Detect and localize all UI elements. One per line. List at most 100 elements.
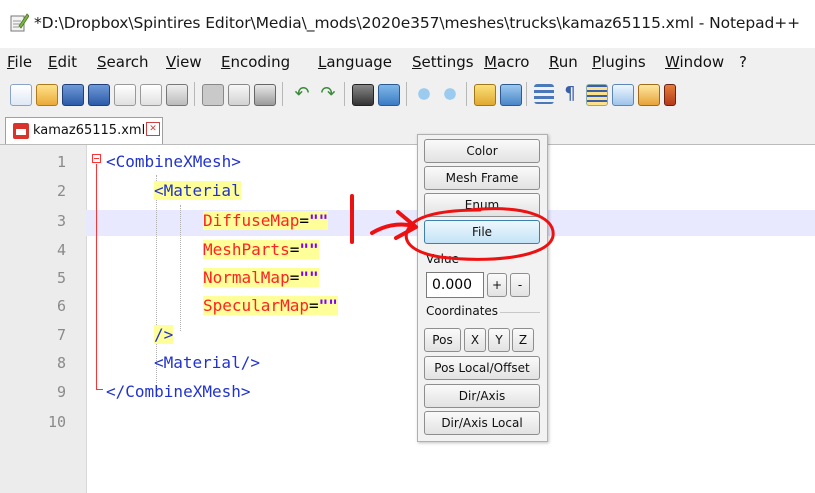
code-line-3: DiffuseMap="" xyxy=(203,211,329,230)
tab-close-icon[interactable]: ✕ xyxy=(146,122,160,136)
menu-search[interactable]: Search xyxy=(97,53,149,71)
toolbar-separator xyxy=(194,82,195,106)
empty-string: "" xyxy=(299,268,319,287)
divider xyxy=(500,312,540,313)
attr-meshparts: MeshParts xyxy=(203,240,290,259)
tab-kamaz65115[interactable]: kamaz65115.xml ✕ xyxy=(5,117,163,144)
menu-language[interactable]: Language xyxy=(318,53,392,71)
empty-string: "" xyxy=(308,211,329,230)
line-number: 3 xyxy=(56,212,66,230)
x-button[interactable]: X xyxy=(464,328,486,352)
indent-guide xyxy=(156,175,157,383)
menu-settings[interactable]: Settings xyxy=(412,53,474,71)
tab-label: kamaz65115.xml xyxy=(33,123,146,138)
menu-run[interactable]: Run xyxy=(549,53,578,71)
menu-macro[interactable]: Macro xyxy=(484,53,529,71)
replace-icon[interactable] xyxy=(378,84,400,106)
menu-plugins[interactable]: Plugins xyxy=(592,53,646,71)
sync-vertical-icon[interactable] xyxy=(474,84,496,106)
pos-button[interactable]: Pos xyxy=(424,328,461,352)
toolbar-separator xyxy=(466,82,467,106)
line-number: 4 xyxy=(56,241,66,259)
toolbar-separator xyxy=(344,82,345,106)
copy-icon[interactable] xyxy=(228,84,250,106)
notepadpp-icon[interactable] xyxy=(9,12,29,32)
attr-normalmap: NormalMap xyxy=(203,268,290,287)
fold-line xyxy=(96,164,97,390)
decrement-button[interactable]: - xyxy=(510,273,530,297)
value-field[interactable]: 0.000 xyxy=(426,272,484,298)
cut-icon[interactable] xyxy=(202,84,224,106)
dir-axis-local-button[interactable]: Dir/Axis Local xyxy=(424,411,540,435)
redo-icon[interactable]: ↷ xyxy=(318,84,338,104)
line-number: 1 xyxy=(56,153,66,171)
empty-string: "" xyxy=(299,240,319,259)
close-all-icon[interactable] xyxy=(140,84,162,106)
find-icon[interactable] xyxy=(352,84,374,106)
toolbar-separator xyxy=(282,82,283,106)
code-line-7: /> xyxy=(154,325,174,344)
indent-guide-icon[interactable] xyxy=(586,84,608,106)
attr-diffusemap: DiffuseMap xyxy=(203,211,300,230)
menu-window[interactable]: Window xyxy=(665,53,724,71)
dir-axis-button[interactable]: Dir/Axis xyxy=(424,384,540,408)
new-file-icon[interactable] xyxy=(10,84,32,106)
line-number: 7 xyxy=(56,326,66,344)
menu-file[interactable]: File xyxy=(7,53,32,71)
print-icon[interactable] xyxy=(166,84,188,106)
line-number: 6 xyxy=(56,297,66,315)
save-icon[interactable] xyxy=(62,84,84,106)
fold-line-end xyxy=(96,389,103,390)
code-line-1: <CombineXMesh> xyxy=(106,152,241,171)
line-number: 2 xyxy=(56,182,66,200)
pos-local-offset-button[interactable]: Pos Local/Offset xyxy=(424,356,540,380)
enum-button[interactable]: Enum xyxy=(424,193,540,217)
toolbar-separator xyxy=(406,82,407,106)
mesh-frame-button[interactable]: Mesh Frame xyxy=(424,166,540,190)
y-button[interactable]: Y xyxy=(488,328,510,352)
code-line-2: <Material xyxy=(154,181,241,200)
function-list-icon[interactable] xyxy=(664,84,676,106)
indent-guide xyxy=(180,205,181,331)
paste-icon[interactable] xyxy=(254,84,276,106)
line-number: 10 xyxy=(47,413,66,431)
unsaved-file-icon xyxy=(13,123,29,139)
zoom-out-icon[interactable] xyxy=(440,84,460,104)
show-all-chars-icon[interactable]: ¶ xyxy=(560,84,580,104)
z-button[interactable]: Z xyxy=(512,328,534,352)
undo-icon[interactable]: ↶ xyxy=(292,84,312,104)
doc-map-icon[interactable] xyxy=(638,84,660,106)
word-wrap-icon[interactable] xyxy=(534,84,554,104)
window-title: *D:\Dropbox\Spintires Editor\Media\_mods… xyxy=(34,14,801,32)
editor-area[interactable] xyxy=(0,145,815,493)
line-number: 9 xyxy=(56,383,66,401)
fold-minus-bar xyxy=(94,158,99,159)
color-button[interactable]: Color xyxy=(424,139,540,163)
sync-horizontal-icon[interactable] xyxy=(500,84,522,106)
line-number: 8 xyxy=(56,354,66,372)
equals: = xyxy=(289,268,300,287)
equals: = xyxy=(289,240,300,259)
code-line-6: SpecularMap="" xyxy=(203,296,338,315)
menu-edit[interactable]: Edit xyxy=(48,53,77,71)
equals: = xyxy=(308,296,319,315)
code-line-8: <Material/> xyxy=(154,353,260,372)
user-language-icon[interactable] xyxy=(612,84,634,106)
code-line-5: NormalMap="" xyxy=(203,268,319,287)
menu-encoding[interactable]: Encoding xyxy=(221,53,290,71)
equals: = xyxy=(299,211,309,230)
save-all-icon[interactable] xyxy=(88,84,110,106)
code-line-4: MeshParts="" xyxy=(203,240,319,259)
coordinates-label: Coordinates xyxy=(426,304,499,318)
code-line-9: </CombineXMesh> xyxy=(106,382,251,401)
attr-specularmap: SpecularMap xyxy=(203,296,309,315)
file-button[interactable]: File xyxy=(424,220,540,244)
line-number: 5 xyxy=(56,269,66,287)
menu-view[interactable]: View xyxy=(166,53,202,71)
zoom-in-icon[interactable] xyxy=(414,84,434,104)
open-file-icon[interactable] xyxy=(36,84,58,106)
value-label: Value xyxy=(426,252,459,266)
increment-button[interactable]: + xyxy=(487,273,507,297)
menu-help[interactable]: ? xyxy=(739,53,747,71)
close-icon[interactable] xyxy=(114,84,136,106)
